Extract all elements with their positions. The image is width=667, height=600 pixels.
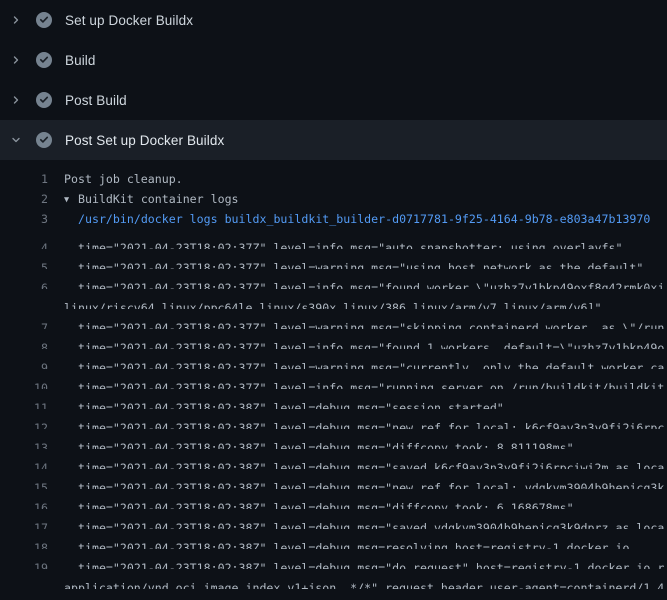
log-line-number[interactable]: 17 [0,518,48,529]
log-line: 9 time="2021-04-23T18:02:37Z" level=warni… [0,349,667,369]
log-line: 6 time="2021-04-23T18:02:37Z" level=info … [0,269,667,289]
log-line: 14 time="2021-04-23T18:02:38Z" level=debu… [0,449,667,469]
log-text: time="2021-04-23T18:02:37Z" level=warnin… [78,258,643,269]
log-line-number[interactable]: 9 [0,358,48,369]
log-line-number[interactable]: 12 [0,418,48,429]
log-text: time="2021-04-23T18:02:38Z" level=debug … [78,558,664,569]
chevron-right-icon [8,52,24,68]
check-circle-icon [36,12,52,28]
log-line: 11 time="2021-04-23T18:02:38Z" level=debu… [0,389,667,409]
log-line: 10 time="2021-04-23T18:02:37Z" level=info… [0,369,667,389]
log-line-number[interactable]: 6 [0,278,48,289]
chevron-right-icon [8,92,24,108]
log-line-number[interactable]: 18 [0,538,48,549]
log-line-number[interactable]: 10 [0,378,48,389]
check-circle-icon [36,52,52,68]
check-circle-icon [36,92,52,108]
log-text: time="2021-04-23T18:02:38Z" level=debug … [78,538,629,549]
log-command-text: /usr/bin/docker logs buildx_buildkit_bui… [78,209,650,229]
log-line: 15 time="2021-04-23T18:02:38Z" level=debu… [0,469,667,489]
log-text: time="2021-04-23T18:02:38Z" level=debug … [78,478,664,489]
log-text: time="2021-04-23T18:02:38Z" level=debug … [78,498,574,509]
log-line-number[interactable]: 14 [0,458,48,469]
log-line-number[interactable]: 13 [0,438,48,449]
log-text: time="2021-04-23T18:02:38Z" level=debug … [78,438,574,449]
step-header-post-set-up-docker-buildx[interactable]: Post Set up Docker Buildx [0,120,667,160]
step-title: Set up Docker Buildx [65,13,193,28]
log-line-number[interactable]: 19 [0,558,48,569]
log-text: Post job cleanup. [64,169,183,189]
log-text: time="2021-04-23T18:02:38Z" level=debug … [78,518,664,529]
log-line: 7 time="2021-04-23T18:02:37Z" level=warni… [0,309,667,329]
log-line: 3/usr/bin/docker logs buildx_buildkit_bu… [0,209,667,229]
log-line: 8 time="2021-04-23T18:02:37Z" level=info … [0,329,667,349]
log-text: time="2021-04-23T18:02:38Z" level=debug … [78,398,504,409]
log-line: 16 time="2021-04-23T18:02:38Z" level=debu… [0,489,667,509]
log-text: time="2021-04-23T18:02:37Z" level=warnin… [78,358,664,369]
log-line: 19 time="2021-04-23T18:02:38Z" level=debu… [0,549,667,569]
log-line: application/vnd.oci.image.index.v1+json,… [0,569,667,589]
log-line: 4 time="2021-04-23T18:02:37Z" level=info … [0,229,667,249]
log-line-number [0,578,48,589]
log-line: 18 time="2021-04-23T18:02:38Z" level=debu… [0,529,667,549]
step-header-build[interactable]: Build [0,40,667,80]
log-text: application/vnd.oci.image.index.v1+json,… [64,578,664,589]
log-line: 17 time="2021-04-23T18:02:38Z" level=debu… [0,509,667,529]
check-circle-icon [36,132,52,148]
log-text: time="2021-04-23T18:02:37Z" level=info m… [78,278,664,289]
log-line-number[interactable]: 2 [0,189,48,209]
log-line-number[interactable]: 15 [0,478,48,489]
step-header-set-up-docker-buildx[interactable]: Set up Docker Buildx [0,0,667,40]
log-text: time="2021-04-23T18:02:37Z" level=info m… [78,238,622,249]
log-text: time="2021-04-23T18:02:38Z" level=debug … [78,418,664,429]
step-header-post-build[interactable]: Post Build [0,80,667,120]
log-text: time="2021-04-23T18:02:37Z" level=info m… [78,338,664,349]
step-title: Build [65,53,96,68]
log-text: linux/riscv64 linux/ppc64le linux/s390x … [64,298,601,309]
log-line-number[interactable]: 3 [0,209,48,229]
log-line: 1 Post job cleanup. [0,169,667,189]
log-line-number[interactable]: 8 [0,338,48,349]
log-line: 2 ▼BuildKit container logs [0,189,667,209]
log-line: 12 time="2021-04-23T18:02:38Z" level=debu… [0,409,667,429]
log-line-number [0,298,48,309]
step-title: Post Build [65,93,127,108]
chevron-right-icon [8,12,24,28]
log-lines: 1 Post job cleanup. 2 ▼BuildKit container l… [0,160,667,600]
steps-list: Set up Docker Buildx Build Post Build Po… [0,0,667,160]
log-line-number[interactable]: 16 [0,498,48,509]
chevron-down-icon [8,132,24,148]
log-line-number[interactable]: 4 [0,238,48,249]
log-line-number[interactable]: 7 [0,318,48,329]
log-text: time="2021-04-23T18:02:37Z" level=warnin… [78,318,664,329]
log-line-number[interactable]: 11 [0,398,48,409]
log-line: linux/riscv64 linux/ppc64le linux/s390x … [0,289,667,309]
log-line: 13 time="2021-04-23T18:02:38Z" level=debu… [0,429,667,449]
log-line-number[interactable]: 1 [0,169,48,189]
log-text: time="2021-04-23T18:02:38Z" level=debug … [78,458,664,469]
log-text: time="2021-04-23T18:02:37Z" level=info m… [78,378,664,389]
group-collapse-arrow-icon[interactable]: ▼ [64,190,78,209]
log-group-label[interactable]: ▼BuildKit container logs [64,189,239,209]
step-title: Post Set up Docker Buildx [65,133,224,148]
log-line: 5 time="2021-04-23T18:02:37Z" level=warni… [0,249,667,269]
log-line-number[interactable]: 5 [0,258,48,269]
log-line: 20time="2021-04-23T18:02:38Z" level=debu… [0,589,667,600]
